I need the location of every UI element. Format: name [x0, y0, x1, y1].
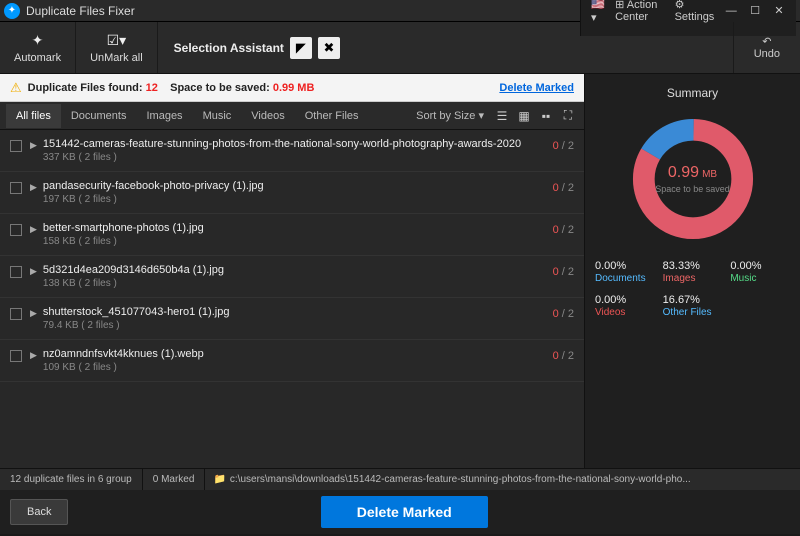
view-grid-icon[interactable]: ▪▪: [536, 106, 556, 126]
file-group-row[interactable]: ▶ shutterstock_451077043-hero1 (1).jpg 79.…: [0, 298, 584, 340]
stat-other: 16.67% Other Files: [663, 294, 723, 318]
file-name: 151442-cameras-feature-stunning-photos-f…: [43, 138, 545, 150]
file-group-row[interactable]: ▶ pandasecurity-facebook-photo-privacy (1…: [0, 172, 584, 214]
row-checkbox[interactable]: [10, 350, 22, 362]
file-group-row[interactable]: ▶ 5d321d4ea209d3146d650b4a (1).jpg 138 KB …: [0, 256, 584, 298]
stat-music: 0.00% Music: [730, 260, 790, 284]
row-checkbox[interactable]: [10, 182, 22, 194]
row-checkbox[interactable]: [10, 140, 22, 152]
tab-documents[interactable]: Documents: [61, 104, 137, 128]
minimize-button[interactable]: —: [724, 5, 738, 17]
donut-value: 0.99: [668, 164, 699, 181]
undo-button[interactable]: ↶ Undo: [733, 22, 800, 73]
file-group-row[interactable]: ▶ nz0amndnfsvkt4kknues (1).webp 109 KB ( 2…: [0, 340, 584, 382]
stat-documents: 0.00% Documents: [595, 260, 655, 284]
folder-icon: 📁: [213, 474, 225, 485]
file-size: 158 KB ( 2 files ): [43, 236, 545, 247]
delete-marked-link[interactable]: Delete Marked: [499, 82, 574, 94]
selection-mode-1-button[interactable]: ◤: [290, 37, 312, 59]
fullscreen-icon[interactable]: ⛶: [558, 106, 578, 126]
file-list: ▶ 151442-cameras-feature-stunning-photos-…: [0, 130, 584, 468]
unmark-all-button[interactable]: ☑▾ UnMark all: [76, 22, 158, 73]
found-count: 12: [146, 82, 158, 94]
unmark-icon: ☑▾: [107, 32, 127, 49]
file-name: better-smartphone-photos (1).jpg: [43, 222, 545, 234]
delete-marked-button[interactable]: Delete Marked: [321, 496, 488, 528]
space-value: 0.99 MB: [273, 82, 315, 94]
tab-other[interactable]: Other Files: [295, 104, 369, 128]
selection-count: 0 / 2: [553, 266, 574, 278]
donut-unit: MB: [702, 169, 717, 180]
view-details-icon[interactable]: ▦: [514, 106, 534, 126]
view-list-icon[interactable]: ☰: [492, 106, 512, 126]
tab-all-files[interactable]: All files: [6, 104, 61, 128]
tab-music[interactable]: Music: [193, 104, 242, 128]
undo-icon: ↶: [762, 35, 771, 48]
automark-button[interactable]: ✦ Automark: [0, 22, 76, 73]
row-checkbox[interactable]: [10, 308, 22, 320]
status-bar: 12 duplicate files in 6 group 0 Marked 📁…: [0, 468, 800, 490]
warning-icon: ⚠: [10, 80, 22, 96]
file-name: pandasecurity-facebook-photo-privacy (1)…: [43, 180, 545, 192]
selection-count: 0 / 2: [553, 140, 574, 152]
expand-icon[interactable]: ▶: [30, 266, 37, 277]
selection-count: 0 / 2: [553, 308, 574, 320]
tab-images[interactable]: Images: [136, 104, 192, 128]
selection-count: 0 / 2: [553, 182, 574, 194]
tab-videos[interactable]: Videos: [241, 104, 294, 128]
selection-mode-2-button[interactable]: ✖: [318, 37, 340, 59]
back-button[interactable]: Back: [10, 499, 68, 525]
file-size: 79.4 KB ( 2 files ): [43, 320, 545, 331]
row-checkbox[interactable]: [10, 266, 22, 278]
file-name: shutterstock_451077043-hero1 (1).jpg: [43, 306, 545, 318]
app-title: Duplicate Files Fixer: [26, 4, 580, 18]
space-label: Space to be saved:: [170, 82, 270, 94]
toolbar: ✦ Automark ☑▾ UnMark all Selection Assis…: [0, 22, 800, 74]
expand-icon[interactable]: ▶: [30, 350, 37, 361]
filter-tabs: All files Documents Images Music Videos …: [0, 102, 584, 130]
file-group-row[interactable]: ▶ 151442-cameras-feature-stunning-photos-…: [0, 130, 584, 172]
file-name: nz0amndnfsvkt4kknues (1).webp: [43, 348, 545, 360]
status-summary: 12 duplicate files in 6 group: [0, 469, 143, 490]
selection-count: 0 / 2: [553, 224, 574, 236]
row-checkbox[interactable]: [10, 224, 22, 236]
file-size: 109 KB ( 2 files ): [43, 362, 545, 373]
file-size: 197 KB ( 2 files ): [43, 194, 545, 205]
expand-icon[interactable]: ▶: [30, 308, 37, 319]
expand-icon[interactable]: ▶: [30, 224, 37, 235]
titlebar: ✦ Duplicate Files Fixer 🇺🇸 ▾ ⊞ Action Ce…: [0, 0, 800, 22]
summary-panel: Summary 0.99 MB Space to be saved 0.00% …: [584, 74, 800, 468]
flag-icon[interactable]: 🇺🇸 ▾: [591, 0, 605, 24]
selection-count: 0 / 2: [553, 350, 574, 362]
selection-assistant: Selection Assistant ◤ ✖: [158, 22, 733, 73]
wand-icon: ✦: [32, 32, 44, 49]
status-marked: 0 Marked: [143, 469, 206, 490]
file-group-row[interactable]: ▶ better-smartphone-photos (1).jpg 158 KB …: [0, 214, 584, 256]
app-logo-icon: ✦: [4, 3, 20, 19]
found-label: Duplicate Files found:: [28, 82, 143, 94]
file-size: 138 KB ( 2 files ): [43, 278, 545, 289]
expand-icon[interactable]: ▶: [30, 182, 37, 193]
settings-button[interactable]: ⚙ Settings: [675, 0, 715, 23]
summary-title: Summary: [595, 86, 790, 100]
sort-dropdown[interactable]: Sort by Size ▾: [416, 109, 484, 122]
action-center-button[interactable]: ⊞ Action Center: [615, 0, 664, 23]
footer: Back Delete Marked: [0, 490, 800, 534]
notice-bar: ⚠ Duplicate Files found: 12 Space to be …: [0, 74, 584, 102]
expand-icon[interactable]: ▶: [30, 140, 37, 151]
stat-images: 83.33% Images: [663, 260, 723, 284]
donut-label: Space to be saved: [655, 184, 730, 194]
file-name: 5d321d4ea209d3146d650b4a (1).jpg: [43, 264, 545, 276]
maximize-button[interactable]: ☐: [748, 4, 762, 17]
file-size: 337 KB ( 2 files ): [43, 152, 545, 163]
stat-videos: 0.00% Videos: [595, 294, 655, 318]
close-button[interactable]: ✕: [772, 4, 786, 17]
status-path: 📁 c:\users\mansi\downloads\151442-camera…: [205, 474, 800, 485]
